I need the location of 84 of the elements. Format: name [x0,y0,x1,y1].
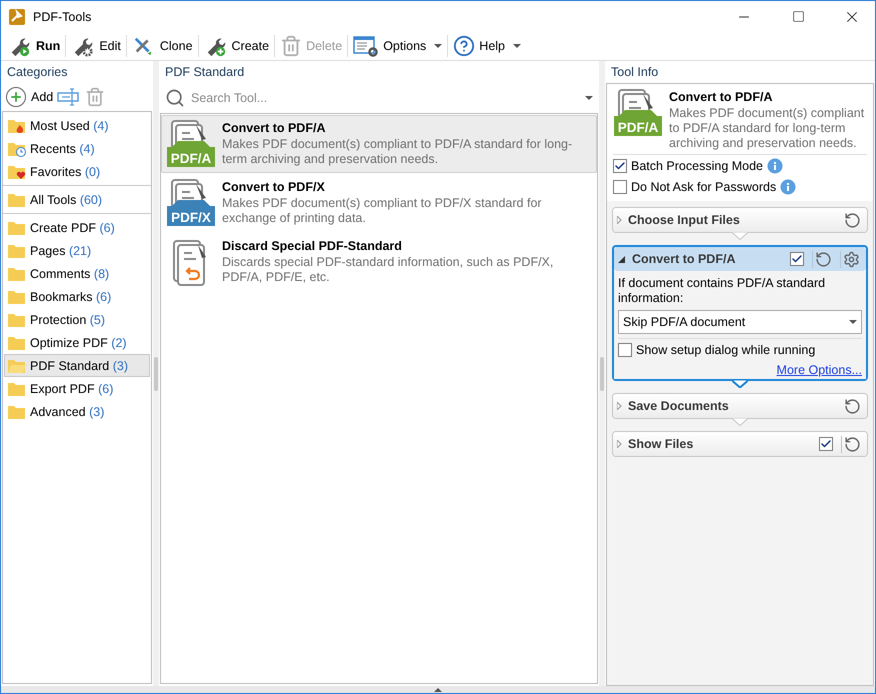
info-icon [780,178,796,194]
checkbox[interactable] [613,180,627,194]
folder-icon [7,220,27,236]
category-item[interactable]: Export PDF (6) [4,377,150,400]
tool-item[interactable]: Discard Special PDF-Standard Discards special PDF-standard information, such as PDF/X, PDF/A, PDF/E, etc. [161,233,597,291]
caret-icon [849,320,857,324]
folder-icon [7,288,27,304]
add-icon [6,87,26,107]
dropdown[interactable]: Skip PDF/A document [618,310,862,334]
edit-button[interactable]: Edit [67,33,125,59]
reset-icon[interactable] [844,212,861,228]
prompt-text: If document contains PDF/A standard information: [618,276,826,306]
folder-icon [7,334,27,350]
folder-icon [7,380,27,396]
category-item[interactable]: Advanced (3) [4,400,150,423]
rename-icon[interactable] [57,87,82,107]
category-item[interactable]: Protection (5) [4,308,150,331]
run-button[interactable]: Run [4,33,64,59]
caret-icon[interactable] [434,44,442,48]
tool-name: Convert to PDF/A [669,90,774,104]
category-item[interactable]: PDF Standard (3) [4,354,150,377]
checkbox[interactable] [819,437,833,451]
option-label: Show setup dialog while running [636,343,816,357]
category-item[interactable]: Pages (21) [4,239,150,262]
tool-description: Makes PDF document(s) compliant to PDF/A standard for long-term archiving and preservation needs. [669,106,866,151]
category-item[interactable]: Bookmarks (6) [4,285,150,308]
folder-icon [7,404,27,420]
open-folder-icon [7,358,27,374]
window-title: PDF-Tools [33,10,92,24]
folder-icon [7,312,27,328]
checkbox[interactable] [790,252,804,266]
add-button[interactable]: Add [6,87,54,107]
settings-icon[interactable] [843,250,860,268]
folder-icon [7,192,27,208]
badge-label: PDF/A [616,120,660,135]
category-item[interactable]: Recents (4) [4,137,150,160]
category-item[interactable]: Favorites (0) [4,160,150,183]
caret-icon[interactable] [585,96,593,100]
badge-label: PDF/X [170,210,212,225]
category-item[interactable]: Optimize PDF (2) [4,331,150,354]
expand-icon[interactable] [434,688,442,692]
clone-button[interactable]: Clone [128,33,197,59]
category-item[interactable]: Comments (8) [4,262,150,285]
option-label: Batch Processing Mode [631,158,764,172]
checkbox[interactable] [613,158,627,172]
panel-title: Categories [6,64,68,81]
step-title: Show Files [628,437,694,451]
folder-icon [7,242,27,258]
option-label: Do Not Ask for Passwords [631,180,776,194]
category-item[interactable]: Create PDF (6) [4,216,150,239]
options-button[interactable]: Options [349,33,446,59]
reset-icon[interactable] [844,436,861,452]
panel-title: PDF Standard [164,64,246,81]
folder-icon [7,266,27,282]
checkbox[interactable] [618,343,632,357]
trash-icon [280,35,302,57]
flame-folder-icon [7,118,27,134]
reset-icon[interactable] [815,250,832,268]
more-options-link[interactable]: More Options... [776,363,862,377]
step-title: Convert to PDF/A [632,252,736,266]
collapse-icon[interactable] [618,256,626,262]
step-title: Choose Input Files [628,213,741,227]
help-button[interactable]: Help [449,33,526,59]
create-button[interactable]: Create [200,33,274,59]
panel-title: Tool Info [610,64,660,81]
badge-label: PDF/A [170,151,212,166]
clock-folder-icon [7,140,27,156]
expand-icon[interactable] [617,440,622,448]
info-icon [767,158,784,174]
search-icon [165,88,185,108]
help-icon [453,35,476,57]
reset-icon[interactable] [844,398,861,414]
app-logo-icon [9,8,25,24]
options-window-icon [353,35,380,57]
expand-icon[interactable] [617,402,622,410]
category-item[interactable]: Most Used (4) [4,114,150,137]
caret-icon[interactable] [513,44,522,48]
expand-icon[interactable] [617,216,622,224]
tool-item[interactable]: PDF/A Convert to PDF/A Makes PDF document(s) compliant to PDF/A standard for long-term archiving and preservation needs. [161,115,597,173]
maximize-icon[interactable] [792,10,804,23]
heart-folder-icon [7,164,27,180]
category-item[interactable]: All Tools (60) [4,188,150,211]
tool-item[interactable]: PDF/X Convert to PDF/X Makes PDF document(s) compliant to PDF/X standard for exchange of printing data. [161,174,597,232]
step-title: Save Documents [628,399,730,413]
